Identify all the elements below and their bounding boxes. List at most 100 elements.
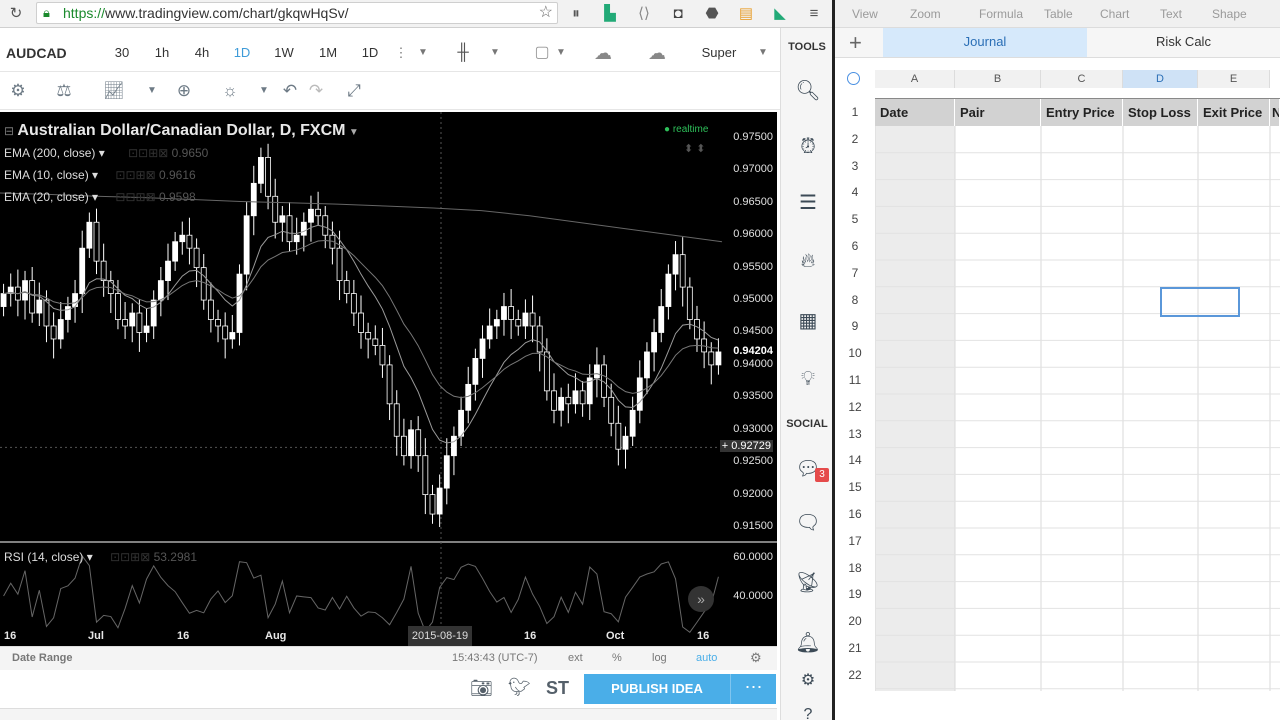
interval-more-icon[interactable]: ⋮ — [394, 34, 408, 72]
stocktwits-icon[interactable]: ST — [546, 678, 569, 699]
fullscreen-icon[interactable]: ⤢ — [342, 80, 366, 102]
ext-toggle[interactable]: ext — [568, 652, 583, 664]
settings-icon[interactable]: ⚙ — [795, 668, 821, 694]
watchlist-icon[interactable]: 🔍︎ — [795, 78, 821, 104]
lightbulb-icon[interactable]: ☼ — [218, 80, 242, 102]
cloud-load-icon[interactable]: ☁ — [588, 34, 618, 72]
row-number[interactable]: 15 — [843, 480, 867, 494]
row-number[interactable]: 4 — [843, 185, 867, 199]
publish-idea-button[interactable]: PUBLISH IDEA — [584, 674, 730, 704]
column-header-b[interactable]: B — [955, 70, 1041, 88]
alarm-clock-icon[interactable]: ⏰︎ — [795, 134, 821, 160]
symbol-search[interactable]: AUDCAD — [6, 34, 67, 72]
cloud-save-icon[interactable]: ☁ — [642, 34, 672, 72]
row-number[interactable]: 12 — [843, 400, 867, 414]
toolbar-table[interactable]: Table — [1044, 7, 1073, 21]
chevron-down-icon[interactable]: ▼ — [349, 127, 359, 138]
column-header-a[interactable]: A — [875, 70, 955, 88]
interval-4h[interactable]: 4h — [188, 34, 216, 72]
ideas-lightbulb-icon[interactable]: 💡︎ — [795, 366, 821, 392]
chevron-down-icon[interactable]: ▼ — [252, 80, 276, 102]
interval-1m[interactable]: 1M — [314, 34, 342, 72]
ema-20-legend[interactable]: EMA (20, close) ▾ ⊡⊡⊞⊠ 0.9598 — [4, 190, 196, 204]
row-number[interactable]: 7 — [843, 266, 867, 280]
journal-table[interactable]: Date Pair Entry Price Stop Loss Exit Pri… — [875, 98, 1280, 691]
extension-code-icon[interactable]: ⟨⟩ — [634, 4, 654, 24]
scale-settings-icon[interactable]: ⚙ — [750, 650, 762, 666]
row-number[interactable]: 19 — [843, 587, 867, 601]
extension-pause-icon[interactable]: ⏸ — [566, 4, 586, 24]
alert-add-icon[interactable]: ⊕ — [172, 80, 196, 102]
select-all-icon[interactable] — [847, 72, 860, 85]
row-number[interactable]: 8 — [843, 293, 867, 307]
column-header-d[interactable]: D — [1123, 70, 1198, 88]
calendar-icon[interactable]: ▦ — [795, 308, 821, 334]
toolbar-text[interactable]: Text — [1160, 7, 1182, 21]
row-number[interactable]: 20 — [843, 614, 867, 628]
row-number[interactable]: 11 — [843, 373, 867, 387]
private-chat-icon[interactable]: 🗨︎ — [795, 510, 821, 536]
row-number[interactable]: 1 — [843, 105, 867, 119]
tab-journal[interactable]: Journal — [883, 28, 1087, 57]
collapse-icon[interactable]: ⊟ — [4, 124, 14, 138]
row-number[interactable]: 17 — [843, 534, 867, 548]
row-number[interactable]: 9 — [843, 319, 867, 333]
add-sheet-button[interactable]: + — [849, 30, 862, 56]
hotlist-flame-icon[interactable]: 🔥︎ — [795, 248, 821, 274]
scroll-to-latest-icon[interactable]: » — [688, 586, 714, 612]
reload-icon[interactable]: ↻ — [6, 4, 26, 24]
compare-icon[interactable]: ▢ — [532, 34, 552, 72]
menu-icon[interactable]: ≡ — [804, 4, 824, 24]
pocket-icon[interactable]: ◘ — [668, 4, 688, 24]
balance-icon[interactable]: ⚖ — [52, 80, 76, 102]
percent-toggle[interactable]: % — [612, 652, 622, 664]
ema-10-legend[interactable]: EMA (10, close) ▾ ⊡⊡⊞⊠ 0.9616 — [4, 168, 196, 182]
date-range-button[interactable]: Date Range — [12, 652, 73, 664]
extension-puzzle-icon[interactable]: ⬣ — [702, 4, 722, 24]
help-icon[interactable]: ? — [795, 702, 821, 728]
toolbar-shape[interactable]: Shape — [1212, 7, 1247, 21]
row-number[interactable]: 5 — [843, 212, 867, 226]
toolbar-chart[interactable]: Chart — [1100, 7, 1129, 21]
row-number[interactable]: 21 — [843, 641, 867, 655]
chart-mini-icons[interactable]: ⬍ ⬍ — [684, 142, 706, 155]
row-number[interactable]: 16 — [843, 507, 867, 521]
bookmark-star-icon[interactable]: ☆ — [539, 3, 553, 23]
row-number[interactable]: 22 — [843, 668, 867, 682]
chevron-down-icon[interactable]: ▼ — [416, 34, 430, 72]
row-number[interactable]: 14 — [843, 453, 867, 467]
interval-1h[interactable]: 1h — [148, 34, 176, 72]
camera-icon[interactable]: 📷︎ — [470, 678, 493, 699]
interval-1w[interactable]: 1W — [270, 34, 298, 72]
chevron-down-icon[interactable]: ▼ — [140, 80, 164, 102]
column-header-c[interactable]: C — [1041, 70, 1123, 88]
row-number[interactable]: 13 — [843, 427, 867, 441]
chevron-down-icon[interactable]: ▼ — [488, 34, 502, 72]
candles-style-icon[interactable]: ╫ — [452, 34, 474, 72]
extension-triangle-icon[interactable]: ◣ — [770, 4, 790, 24]
tab-risk-calc[interactable]: Risk Calc — [1087, 28, 1280, 57]
row-number[interactable]: 10 — [843, 346, 867, 360]
row-number[interactable]: 6 — [843, 239, 867, 253]
address-bar[interactable]: 🔒︎ https://www.tradingview.com/chart/gkq… — [36, 2, 558, 24]
extension-box-icon[interactable]: ▤ — [736, 4, 756, 24]
streams-broadcast-icon[interactable]: 📡︎ — [795, 570, 821, 596]
data-window-icon[interactable]: ☰ — [795, 190, 821, 216]
column-header-e[interactable]: E — [1198, 70, 1270, 88]
toolbar-view[interactable]: View — [852, 7, 878, 21]
ema-200-legend[interactable]: EMA (200, close) ▾ ⊡⊡⊞⊠ 0.9650 — [4, 146, 208, 160]
interval-30[interactable]: 30 — [108, 34, 136, 72]
toolbar-formula[interactable]: Formula — [979, 7, 1023, 21]
extension-chart-icon[interactable]: ▙ — [600, 4, 620, 24]
undo-icon[interactable]: ↶ — [278, 80, 302, 102]
price-chart[interactable]: ⊟ Australian Dollar/Canadian Dollar, D, … — [0, 112, 777, 646]
chevron-down-icon[interactable]: ▼ — [756, 34, 770, 72]
rsi-legend[interactable]: RSI (14, close) ▾ ⊡⊡⊞⊠ 53.2981 — [4, 550, 197, 564]
toolbar-zoom[interactable]: Zoom — [910, 7, 941, 21]
interval-custom[interactable]: 1D — [356, 34, 384, 72]
notifications-bell-icon[interactable]: 🔔︎ — [795, 630, 821, 656]
row-number[interactable]: 3 — [843, 159, 867, 173]
interval-1d[interactable]: 1D — [228, 34, 256, 72]
selected-cell[interactable] — [1160, 287, 1240, 317]
chevron-down-icon[interactable]: ▼ — [554, 34, 568, 72]
